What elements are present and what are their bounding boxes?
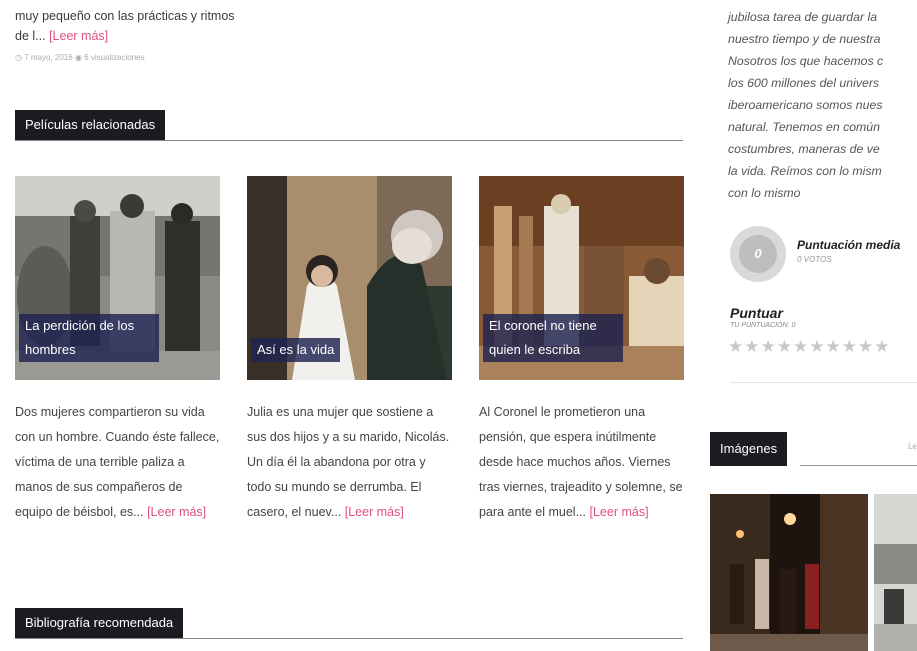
- average-rating-badge: 0: [730, 226, 786, 282]
- see-more-link[interactable]: Le: [908, 442, 917, 451]
- top-read-more-link[interactable]: [Leer más]: [49, 29, 108, 43]
- star-rating-input[interactable]: ★★★★★★★★★★: [728, 337, 891, 357]
- images-header: Imágenes Le: [710, 432, 917, 466]
- post-date: 7 mayo, 2016: [24, 53, 73, 62]
- film-thumbnail[interactable]: Así es la vida: [247, 176, 452, 380]
- vote-count: 0 VOTOS: [797, 255, 832, 264]
- star-icon[interactable]: ★: [744, 337, 760, 356]
- film-thumbnail[interactable]: El coronel no tiene quien le escriba: [479, 176, 684, 380]
- read-more-link[interactable]: [Leer más]: [590, 505, 649, 519]
- film-thumbnail[interactable]: La perdición de los hombres: [15, 176, 220, 380]
- related-films-title: Películas relacionadas: [15, 110, 166, 140]
- divider: [15, 140, 683, 141]
- clock-icon: ◷: [15, 53, 22, 62]
- images-title: Imágenes: [710, 432, 788, 466]
- read-more-link[interactable]: [Leer más]: [345, 505, 404, 519]
- average-rating-score: 0: [739, 235, 777, 273]
- star-icon[interactable]: ★: [874, 337, 890, 356]
- eye-icon: ◉: [74, 53, 85, 62]
- read-more-link[interactable]: [Leer más]: [147, 505, 206, 519]
- top-excerpt: muy pequeño con las prácticas y ritmos d…: [15, 6, 235, 46]
- sidebar-quote: jubilosa tarea de guardar la nuestro tie…: [728, 10, 884, 200]
- divider: [800, 465, 917, 466]
- film-description: Julia es una mujer que sostiene a sus do…: [247, 405, 450, 519]
- star-icon[interactable]: ★: [809, 337, 825, 356]
- film-title[interactable]: La perdición de los hombres: [19, 314, 159, 362]
- star-icon[interactable]: ★: [858, 337, 874, 356]
- bibliography-header: Bibliografía recomendada: [15, 608, 683, 639]
- top-excerpt-text: muy pequeño con las prácticas y ritmos d…: [15, 9, 235, 43]
- divider: [15, 638, 683, 639]
- star-icon[interactable]: ★: [761, 337, 777, 356]
- film-description: Dos mujeres compartieron su vida con un …: [15, 405, 220, 519]
- star-icon[interactable]: ★: [793, 337, 809, 356]
- star-icon[interactable]: ★: [842, 337, 858, 356]
- star-icon[interactable]: ★: [777, 337, 793, 356]
- star-icon[interactable]: ★: [728, 337, 744, 356]
- bibliography-title: Bibliografía recomendada: [15, 608, 184, 638]
- gallery-image[interactable]: [874, 494, 917, 651]
- film-description: Al Coronel le prometieron una pensión, q…: [479, 405, 683, 519]
- film-title[interactable]: Así es la vida: [251, 338, 341, 362]
- your-rating-label: TU PUNTUACIÓN: 0: [730, 322, 796, 329]
- rate-label: Puntuar: [730, 305, 783, 321]
- post-meta: ◷ 7 mayo, 2016 ◉ 6 visualizaciones: [15, 52, 165, 63]
- gallery-image[interactable]: [710, 494, 868, 651]
- divider: [730, 382, 917, 383]
- average-rating-label: Puntuación media: [797, 238, 901, 252]
- film-title[interactable]: El coronel no tiene quien le escriba: [483, 314, 623, 362]
- post-views: 6 visualizaciones: [84, 53, 145, 62]
- star-icon[interactable]: ★: [826, 337, 842, 356]
- related-films-header: Películas relacionadas: [15, 110, 683, 141]
